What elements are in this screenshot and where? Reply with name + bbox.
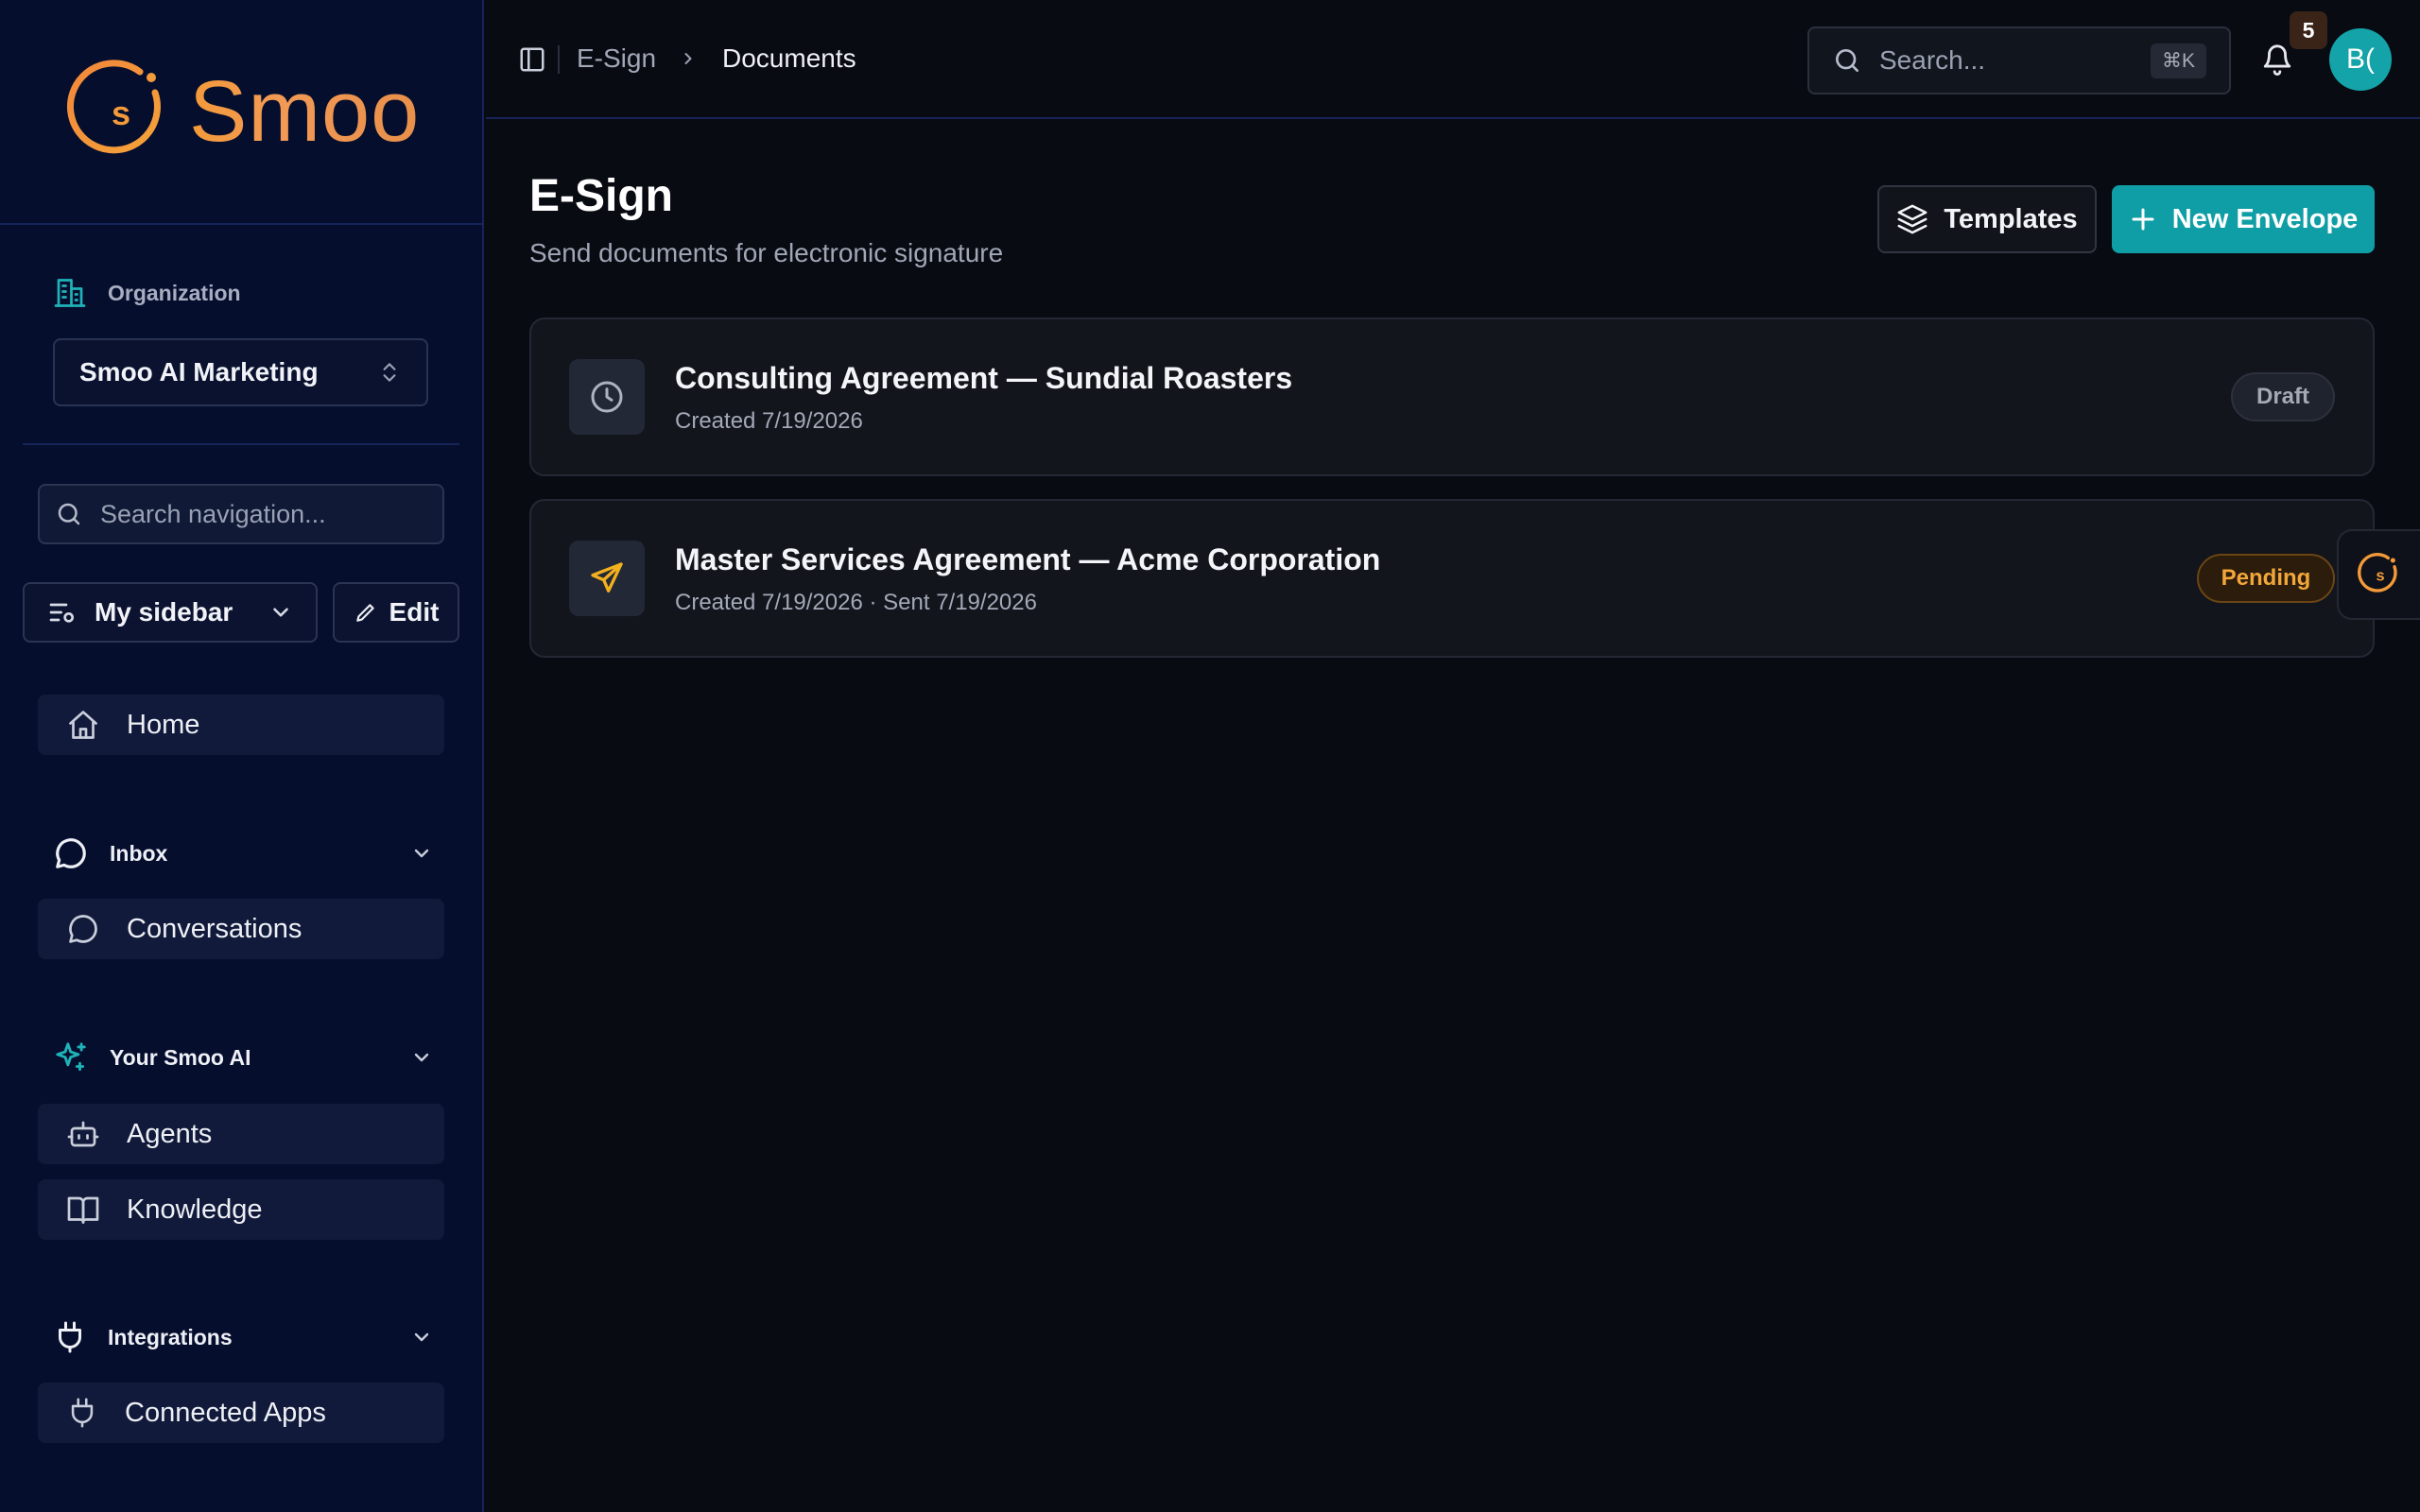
section-inbox[interactable]: Inbox (53, 834, 433, 872)
section-label: Your Smoo AI (110, 1044, 251, 1070)
top-bar: E-Sign Documents Search... ⌘K 5 B( (486, 0, 2420, 119)
breadcrumb-esign[interactable]: E-Sign (577, 43, 656, 74)
send-icon (569, 541, 645, 616)
sidebar-toggle-icon[interactable] (518, 45, 546, 74)
chevron-down-icon (410, 1046, 433, 1069)
chevron-down-icon (410, 842, 433, 865)
sparkles-icon (53, 1040, 89, 1075)
edit-sidebar-button[interactable]: Edit (333, 582, 459, 643)
new-envelope-label: New Envelope (2171, 203, 2359, 234)
sidebar-view-select[interactable]: My sidebar (23, 582, 318, 643)
sidebar-item-knowledge[interactable]: Knowledge (38, 1179, 444, 1240)
chevron-down-icon (268, 600, 293, 625)
sidebar-item-connected-apps[interactable]: Connected Apps (38, 1383, 444, 1443)
sidebar-item-conversations[interactable]: Conversations (38, 899, 444, 959)
breadcrumb-documents: Documents (722, 43, 856, 73)
nav-search-placeholder: Search navigation... (100, 499, 326, 528)
sidebar-view-label: My sidebar (95, 597, 233, 627)
status-badge: Draft (2231, 372, 2335, 421)
status-badge: Pending (2197, 554, 2335, 603)
sidebar-item-label: Knowledge (127, 1194, 263, 1225)
document-title: Consulting Agreement — Sundial Roasters (675, 361, 1293, 395)
chevrons-up-down-icon (377, 358, 402, 387)
layers-icon (1896, 203, 1928, 235)
plug-icon (53, 1320, 87, 1354)
chevron-down-icon (410, 1326, 433, 1349)
sidebar-item-label: Home (127, 709, 200, 740)
bell-icon[interactable] (2261, 43, 2293, 76)
message-circle-icon (53, 835, 89, 871)
message-circle-icon (66, 912, 100, 946)
nav-search-input[interactable]: Search navigation... (38, 484, 444, 544)
sidebar-divider (23, 443, 459, 445)
document-title: Master Services Agreement — Acme Corpora… (675, 542, 1381, 576)
pencil-icon (354, 600, 378, 625)
logo[interactable]: s Smoo (0, 0, 482, 225)
logo-text: Smoo (189, 63, 421, 160)
new-envelope-button[interactable]: New Envelope (2112, 185, 2375, 253)
document-card[interactable]: Master Services Agreement — Acme Corpora… (529, 499, 2375, 658)
templates-label: Templates (1944, 203, 2078, 234)
sidebar-item-label: Agents (127, 1118, 213, 1149)
list-settings-icon (47, 597, 78, 627)
building-icon (53, 276, 87, 310)
search-shortcut: ⌘K (2150, 43, 2206, 78)
document-meta: Created 7/19/2026 · Sent 7/19/2026 (675, 590, 1037, 615)
edit-label: Edit (389, 597, 440, 627)
chevron-right-icon (679, 49, 698, 68)
clock-icon (569, 359, 645, 435)
sidebar-item-agents[interactable]: Agents (38, 1104, 444, 1164)
organization-name: Smoo AI Marketing (79, 357, 319, 387)
smoo-logo-icon: s (64, 55, 178, 168)
sidebar-item-label: Conversations (127, 913, 302, 944)
book-open-icon (66, 1193, 100, 1227)
page-title: E-Sign (529, 171, 673, 221)
page-subtitle: Send documents for electronic signature (529, 238, 1004, 267)
section-label: Inbox (110, 840, 168, 866)
section-your-smoo-ai[interactable]: Your Smoo AI (53, 1039, 433, 1076)
plug-icon (66, 1397, 98, 1429)
svg-text:s: s (2376, 567, 2384, 585)
sidebar-item-home[interactable]: Home (38, 695, 444, 755)
svg-text:s: s (112, 94, 130, 132)
search-icon (1832, 45, 1862, 76)
breadcrumb-divider (558, 45, 560, 74)
organization-select[interactable]: Smoo AI Marketing (53, 338, 428, 406)
assistant-widget-button[interactable]: s (2337, 529, 2420, 620)
plus-icon (2129, 205, 2157, 233)
sidebar-item-label: Connected Apps (125, 1397, 326, 1428)
search-icon (55, 500, 83, 528)
sidebar: s Smoo Organization Smoo AI Marketing Se… (0, 0, 484, 1512)
smoo-logo-icon: s (2357, 551, 2404, 598)
global-search-placeholder: Search... (1879, 45, 1986, 75)
organization-header: Organization (53, 276, 241, 310)
home-icon (66, 708, 100, 742)
section-integrations[interactable]: Integrations (53, 1318, 433, 1356)
avatar[interactable]: B( (2329, 28, 2392, 91)
document-meta: Created 7/19/2026 (675, 408, 863, 434)
global-search-input[interactable]: Search... ⌘K (1807, 26, 2231, 94)
organization-label: Organization (108, 280, 241, 305)
templates-button[interactable]: Templates (1877, 185, 2097, 253)
document-card[interactable]: Consulting Agreement — Sundial Roasters … (529, 318, 2375, 476)
section-label: Integrations (108, 1324, 233, 1349)
bot-icon (66, 1117, 100, 1151)
notification-badge: 5 (2290, 11, 2327, 49)
